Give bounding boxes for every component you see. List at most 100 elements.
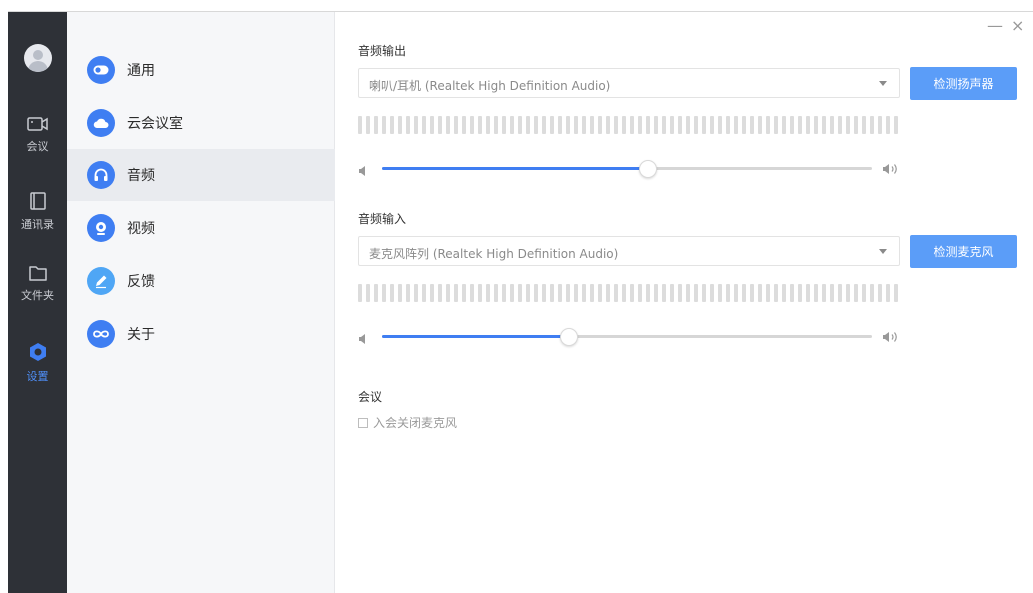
rail-item-settings[interactable]: 设置 (8, 342, 67, 384)
sidebar-item-about[interactable]: 关于 (67, 308, 335, 360)
meter-bar (542, 116, 546, 134)
meter-bar (374, 116, 378, 134)
slider-track (382, 160, 872, 178)
meter-bar (686, 284, 690, 302)
meter-bar (606, 284, 610, 302)
meter-bar (654, 284, 658, 302)
speaker-select[interactable]: 喇叭/耳机 (Realtek High Definition Audio) (358, 68, 900, 98)
meter-bar (366, 116, 370, 134)
meter-bar (878, 284, 882, 302)
meter-bar (646, 284, 650, 302)
sidebar-item-audio[interactable]: 音频 (67, 149, 335, 201)
checkbox-box[interactable] (358, 417, 368, 428)
meter-bar (886, 284, 890, 302)
meter-bar (494, 284, 498, 302)
meter-bar (494, 116, 498, 134)
rail-item-contacts[interactable]: 通讯录 (8, 192, 67, 232)
meter-bar (574, 116, 578, 134)
meter-bar (686, 116, 690, 134)
pencil-icon (87, 267, 115, 295)
meter-bar (598, 284, 602, 302)
meter-bar (630, 116, 634, 134)
meter-bar (438, 284, 442, 302)
meter-bar (486, 284, 490, 302)
test-microphone-button[interactable]: 检测麦克风 (910, 235, 1017, 268)
volume-low-icon (358, 162, 368, 181)
sidebar-item-label: 反馈 (127, 274, 155, 290)
test-speaker-button[interactable]: 检测扬声器 (910, 67, 1017, 100)
meter-bar (694, 116, 698, 134)
meter-bar (390, 284, 394, 302)
meter-bar (478, 116, 482, 134)
rail-item-folder[interactable]: 文件夹 (8, 265, 67, 303)
meter-bar (742, 116, 746, 134)
meter-bar (478, 284, 482, 302)
meter-bar (470, 284, 474, 302)
meter-bar (694, 284, 698, 302)
meter-bar (750, 116, 754, 134)
meter-bar (454, 116, 458, 134)
meter-bar (542, 284, 546, 302)
meter-bar (830, 116, 834, 134)
speaker-volume-slider[interactable] (358, 158, 903, 178)
meter-bar (526, 116, 530, 134)
meter-bar (774, 116, 778, 134)
slider-knob[interactable] (560, 328, 579, 346)
meter-bar (830, 284, 834, 302)
chevron-down-icon (879, 81, 887, 86)
meter-bar (550, 284, 554, 302)
meter-bar (414, 116, 418, 134)
meter-bar (510, 116, 514, 134)
sidebar-item-cloud-room[interactable]: 云会议室 (67, 97, 335, 149)
meter-bar (502, 284, 506, 302)
meter-bar (382, 116, 386, 134)
meter-bar (806, 284, 810, 302)
meter-bar (446, 116, 450, 134)
webcam-icon (87, 214, 115, 242)
toggle-icon (87, 56, 115, 84)
minimize-button[interactable]: — (987, 16, 1003, 35)
meeting-section-title: 会议 (358, 390, 383, 404)
meter-bar (422, 284, 426, 302)
meter-bar (606, 116, 610, 134)
camera-icon (26, 116, 49, 136)
meter-bar (638, 284, 642, 302)
meter-bar (518, 284, 522, 302)
meter-bar (774, 284, 778, 302)
meter-bar (382, 284, 386, 302)
meter-bar (766, 116, 770, 134)
close-button[interactable]: × (1011, 16, 1024, 35)
slider-knob[interactable] (638, 160, 657, 178)
sidebar-item-label: 音频 (127, 168, 155, 184)
sidebar-item-video[interactable]: 视频 (67, 202, 335, 254)
microphone-select[interactable]: 麦克风阵列 (Realtek High Definition Audio) (358, 236, 900, 266)
meter-bar (886, 116, 890, 134)
sidebar-item-label: 通用 (127, 63, 155, 79)
meter-bar (846, 284, 850, 302)
meter-bar (366, 284, 370, 302)
meter-bar (438, 116, 442, 134)
meter-bar (822, 284, 826, 302)
meter-bar (782, 284, 786, 302)
meter-bar (662, 116, 666, 134)
sidebar-item-label: 云会议室 (127, 116, 183, 132)
meter-bar (630, 284, 634, 302)
meter-bar (670, 116, 674, 134)
audio-output-title: 音频输出 (358, 44, 407, 58)
microphone-volume-slider[interactable] (358, 326, 903, 346)
meter-bar (854, 284, 858, 302)
meter-bar (758, 116, 762, 134)
meter-bar (798, 116, 802, 134)
sidebar-item-general[interactable]: 通用 (67, 44, 335, 96)
meter-bar (614, 284, 618, 302)
cloud-icon (87, 109, 115, 137)
mute-on-join-checkbox[interactable]: 入会关闭麦克风 (358, 414, 457, 431)
avatar[interactable] (24, 44, 52, 72)
infinity-icon (87, 320, 115, 348)
meter-bar (422, 116, 426, 134)
meter-bar (390, 116, 394, 134)
rail-item-meeting[interactable]: 会议 (8, 116, 67, 154)
sidebar-item-feedback[interactable]: 反馈 (67, 255, 335, 307)
meter-bar (726, 116, 730, 134)
volume-high-icon (882, 161, 900, 180)
